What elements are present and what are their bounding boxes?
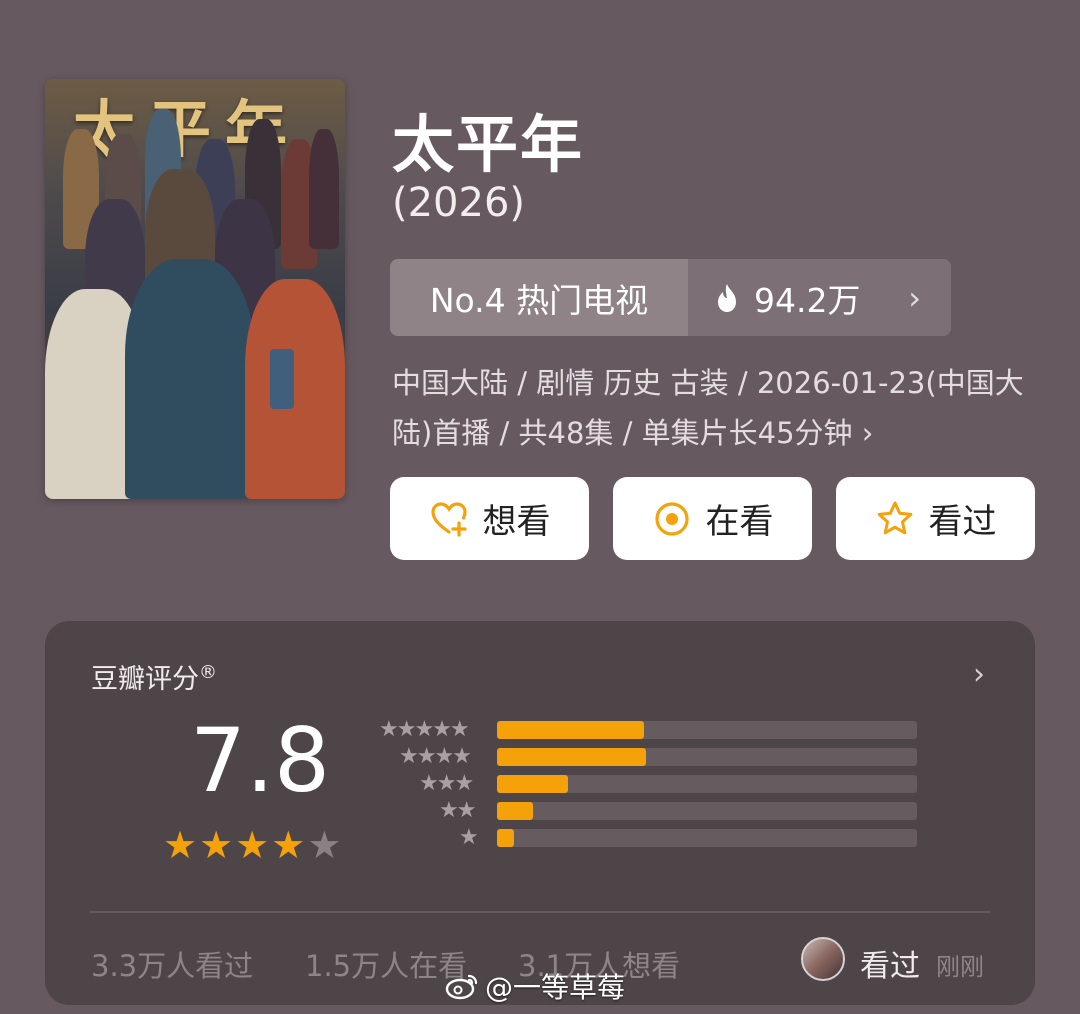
heat-section[interactable]: 94.2万 › [688, 259, 951, 336]
distribution-row: ★★ [375, 798, 975, 823]
rank-pill[interactable]: No.4 热门电视 94.2万 › [390, 259, 951, 336]
distribution-stars: ★★ [439, 798, 476, 823]
rating-card[interactable]: 豆瓣评分® › 7.8 ★ ★ ★ ★ ★ ★★★★★ ★★★★ ★★★ ★★ ★ 3.3万人看… [45, 621, 1035, 1005]
show-title: 太平年 [392, 108, 585, 181]
star-outline-icon [877, 501, 912, 534]
rating-score: 7.8 [190, 709, 330, 812]
friend-action: 看过 [860, 949, 920, 984]
watching-label: 在看 [705, 502, 774, 542]
fire-icon [718, 283, 736, 312]
star-empty-icon: ★ [307, 823, 342, 867]
distribution-bar [497, 829, 514, 847]
distribution-row: ★★★★★ [375, 717, 975, 742]
distribution-bar [497, 775, 569, 793]
chevron-right-icon: › [908, 278, 921, 317]
distribution-row: ★★★ [375, 771, 975, 796]
poster-image[interactable]: 太平年 [45, 79, 345, 499]
watermark: @一等草莓 [445, 966, 625, 1006]
watched-label: 看过 [928, 502, 997, 542]
star-filled-icon: ★ [271, 823, 306, 867]
rating-label: 豆瓣评分® [91, 662, 217, 695]
distribution-stars: ★★★ [419, 771, 474, 796]
show-meta[interactable]: 中国大陆 / 剧情 历史 古装 / 2026-01-23(中国大陆)首播 / 共… [392, 358, 1042, 458]
chevron-right-icon[interactable]: › [973, 657, 985, 692]
distribution-bar [497, 721, 644, 739]
weibo-icon [445, 974, 478, 1000]
distribution-track [497, 748, 917, 766]
star-filled-icon: ★ [235, 823, 270, 867]
distribution-track [497, 802, 917, 820]
rating-stars: ★ ★ ★ ★ ★ [163, 826, 341, 864]
rank-label: No.4 热门电视 [390, 259, 688, 336]
show-year: (2026) [392, 180, 526, 226]
distribution-stars: ★★★★ [399, 744, 472, 769]
watching-count[interactable]: 1.5万人在看 [305, 943, 467, 985]
watched-button[interactable]: 看过 [836, 477, 1035, 560]
distribution-bar [497, 748, 647, 766]
distribution-row: ★ [375, 825, 975, 850]
divider [90, 911, 990, 913]
star-filled-icon: ★ [163, 823, 198, 867]
heart-plus-icon [430, 501, 467, 537]
friend-time: 刚刚 [936, 953, 984, 981]
distribution-stars: ★★★★★ [379, 717, 470, 742]
distribution-track [497, 721, 917, 739]
distribution-bar [497, 802, 533, 820]
watching-button[interactable]: 在看 [613, 477, 812, 560]
heat-value: 94.2万 [754, 280, 861, 320]
distribution-stars: ★ [459, 825, 479, 850]
want-to-watch-label: 想看 [482, 502, 551, 542]
watched-count[interactable]: 3.3万人看过 [91, 943, 253, 985]
distribution-track [497, 829, 917, 847]
distribution-row: ★★★★ [375, 744, 975, 769]
star-filled-icon: ★ [199, 823, 234, 867]
friend-avatar[interactable] [801, 937, 845, 981]
watermark-text: @一等草莓 [485, 971, 626, 1004]
target-icon [654, 501, 689, 536]
distribution-track [497, 775, 917, 793]
want-to-watch-button[interactable]: 想看 [390, 477, 589, 560]
